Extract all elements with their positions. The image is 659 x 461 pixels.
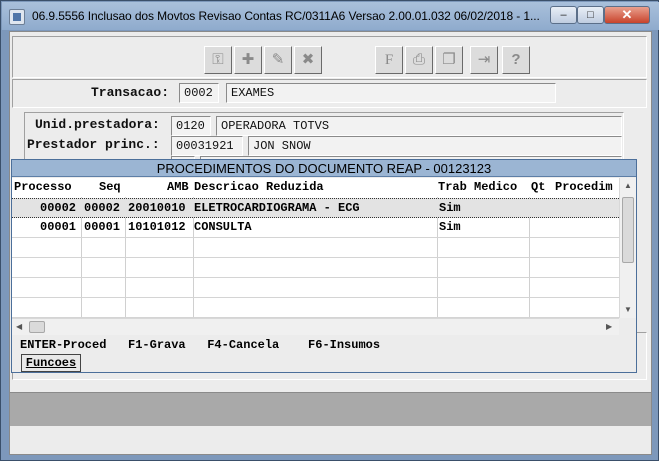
application-window: 06.9.5556 Inclusao dos Movtos Revisao Co… [0,0,659,461]
close-button[interactable]: ✕ [604,6,650,24]
transacao-label: Transacao: [91,85,170,100]
exit-icon[interactable]: ⇥ [470,46,498,74]
cell-seq: 00001 [84,220,121,234]
scroll-up-icon[interactable]: ▲ [624,181,632,190]
key-icon[interactable]: ⚿ [204,46,232,74]
app-icon [9,9,25,25]
transacao-panel: Transacao: 0002 EXAMES [12,79,647,108]
cell-amb: 20010010 [128,201,186,215]
delete-icon[interactable]: ✖ [294,46,322,74]
procedimentos-dialog: PROCEDIMENTOS DO DOCUMENTO REAP - 001231… [11,159,637,373]
prestador-desc-field[interactable]: JON SNOW [248,136,622,156]
horizontal-scroll-thumb[interactable] [29,321,45,333]
column-header-descricao[interactable]: Descricao Reduzida [194,178,324,196]
cell-processo: 00001 [40,220,77,234]
unid-prestadora-label: Unid.prestadora: [35,117,160,132]
vertical-scroll-thumb[interactable] [622,197,634,263]
add-icon[interactable]: ✚ [234,46,262,74]
cell-amb: 10101012 [128,220,186,234]
cell-seq: 00002 [84,201,121,215]
transacao-desc-field[interactable]: EXAMES [226,83,556,103]
column-header-qt[interactable]: Qt [531,178,545,196]
prestador-label: Prestador princ.: [27,137,160,152]
transacao-code-field[interactable]: 0002 [179,83,219,103]
column-header-processo[interactable]: Processo [14,178,72,196]
vertical-scrollbar[interactable]: ▲ ▼ [619,178,636,318]
copy-icon[interactable]: ❐ [435,46,463,74]
funcoes-button[interactable]: Funcoes [21,354,81,372]
status-band [10,392,651,426]
column-header-amb[interactable]: AMB [167,178,189,196]
table-row[interactable] [12,258,619,278]
scroll-right-icon[interactable]: ▶ [606,322,612,331]
table-row[interactable] [12,278,619,298]
window-title: 06.9.5556 Inclusao dos Movtos Revisao Co… [32,9,540,23]
prestador-code-field[interactable]: 00031921 [171,136,243,156]
cell-processo: 00002 [40,201,77,215]
column-header-seq[interactable]: Seq [99,178,121,196]
unid-prestadora-code-field[interactable]: 0120 [171,116,211,136]
table-row[interactable] [12,298,619,318]
table-row[interactable]: 00002 00002 20010010 ELETROCARDIOGRAMA -… [12,198,619,218]
table-row[interactable]: 00001 00001 10101012 CONSULTA Sim [12,218,619,238]
scroll-down-icon[interactable]: ▼ [624,305,632,314]
maximize-button[interactable]: □ [577,6,604,24]
bottom-strip [10,426,651,454]
title-bar[interactable]: 06.9.5556 Inclusao dos Movtos Revisao Co… [2,2,659,30]
filter-icon[interactable]: F [375,46,403,74]
minimize-button[interactable]: – [550,6,577,24]
toolbar: ⚿ ✚ ✎ ✖ F ⎙ ❐ ⇥ ? [12,36,647,78]
column-header-trab-medico[interactable]: Trab Medico [438,178,517,196]
cell-trab-medico: Sim [439,201,461,215]
print-icon[interactable]: ⎙ [405,46,433,74]
help-icon[interactable]: ? [502,46,530,74]
column-header-procedim[interactable]: Procedim [555,178,613,196]
table-row[interactable] [12,238,619,258]
procedimentos-grid[interactable]: Processo Seq AMB Descricao Reduzida Trab… [12,178,619,318]
unid-prestadora-desc-field[interactable]: OPERADORA TOTVS [216,116,622,136]
horizontal-scrollbar[interactable]: ◀ ▶ [12,318,619,335]
cell-descricao: ELETROCARDIOGRAMA - ECG [194,201,360,215]
edit-icon[interactable]: ✎ [264,46,292,74]
cell-descricao: CONSULTA [194,220,252,234]
cell-trab-medico: Sim [439,220,461,234]
function-keys-hint: ENTER-Proced F1-Grava F4-Cancela F6-Insu… [20,338,381,352]
dialog-title: PROCEDIMENTOS DO DOCUMENTO REAP - 001231… [12,160,636,177]
scroll-left-icon[interactable]: ◀ [16,322,22,331]
